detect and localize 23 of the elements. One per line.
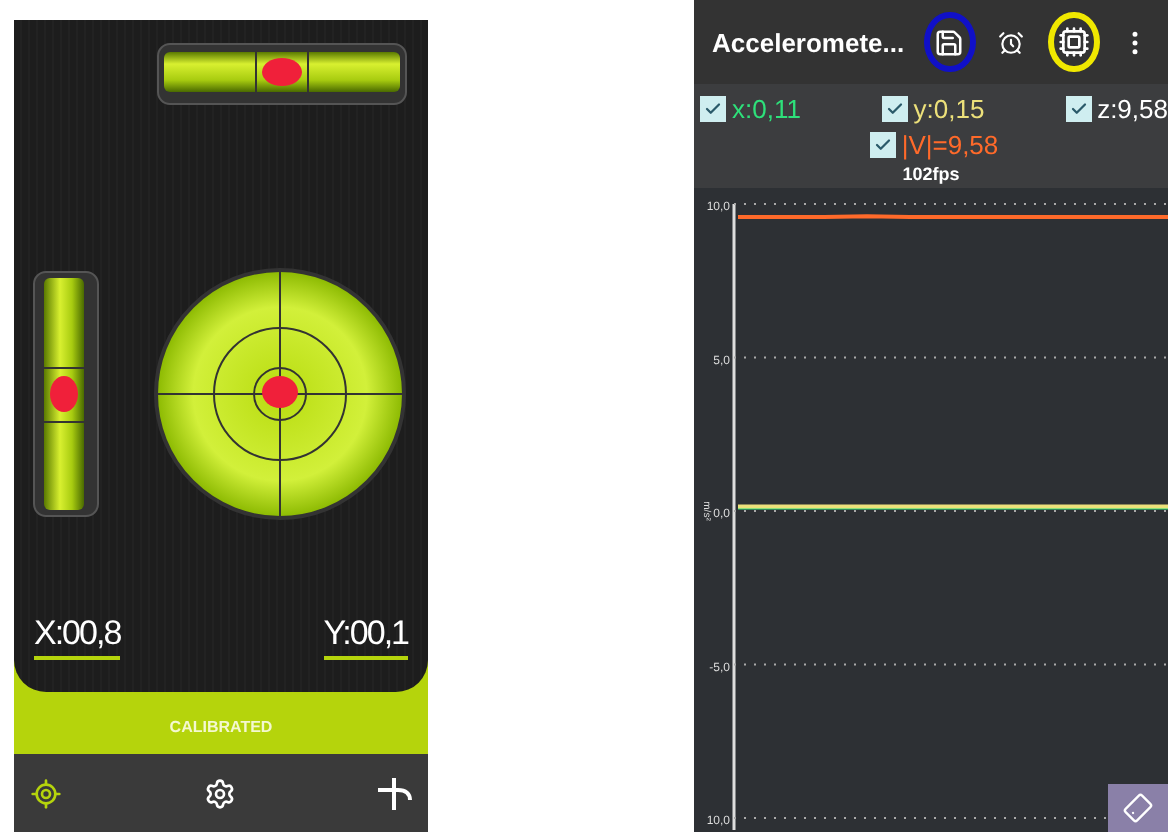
crosshair-icon[interactable]: [30, 777, 62, 809]
checkbox[interactable]: [881, 96, 908, 122]
status-label: CALIBRATED: [169, 716, 273, 740]
checkbox[interactable]: [869, 132, 896, 158]
channel-label: x:0,11: [732, 94, 801, 124]
check-icon: [704, 100, 722, 118]
channel-label: |V|=9,58: [901, 130, 999, 160]
checkbox[interactable]: [700, 96, 726, 122]
channel-label: z:9,58: [1097, 94, 1168, 124]
app-title: Acceleromete...: [712, 27, 905, 57]
chip-icon[interactable]: [1057, 26, 1090, 58]
checkbox[interactable]: [1065, 96, 1092, 122]
rotate-button[interactable]: [1108, 784, 1168, 832]
fps-label: 102fps: [902, 162, 960, 188]
alarm-icon[interactable]: [998, 29, 1025, 55]
phone-icon: [1118, 788, 1158, 828]
settings-icon[interactable]: [203, 777, 235, 809]
save-icon[interactable]: [934, 27, 965, 57]
channel-label: y:0,15: [913, 94, 985, 124]
check-icon: [1069, 100, 1088, 118]
pin-icon[interactable]: [376, 775, 412, 811]
axis-reading: X:00,8: [34, 614, 121, 660]
axis-reading: Y:00,1: [323, 614, 408, 660]
